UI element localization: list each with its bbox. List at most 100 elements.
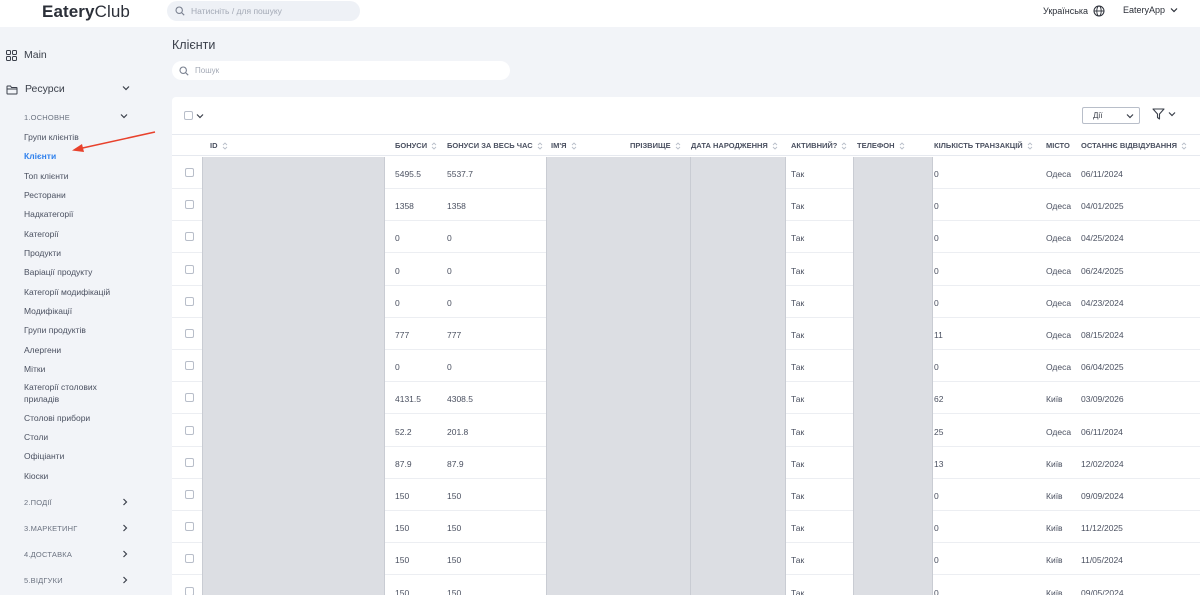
row-checkbox[interactable]: [185, 490, 194, 499]
app-account-menu[interactable]: EateryApp: [1123, 5, 1178, 15]
row-checkbox[interactable]: [185, 361, 194, 371]
column-header-last-visit[interactable]: ОСТАННЄ ВІДВІДУВАННЯ: [1081, 141, 1187, 150]
cell-city: Одеса: [1046, 362, 1072, 373]
row-checkbox[interactable]: [185, 522, 194, 532]
logo-bold-text: Eatery: [42, 2, 95, 21]
column-header-id[interactable]: ID: [210, 141, 228, 150]
column-header-active[interactable]: АКТИВНИЙ?: [791, 141, 847, 150]
cell-city: Одеса: [1046, 201, 1072, 212]
bulk-select-dropdown[interactable]: [184, 111, 204, 120]
row-checkbox[interactable]: [185, 425, 194, 435]
cell-active: Так: [791, 587, 805, 595]
search-icon: [179, 65, 189, 76]
row-checkbox[interactable]: [185, 296, 194, 306]
cell-transactions: 11: [934, 330, 943, 340]
sort-icon: [1181, 141, 1187, 150]
cell-active: Так: [791, 297, 805, 308]
language-selector[interactable]: Українська: [1043, 5, 1105, 17]
row-checkbox[interactable]: [185, 554, 194, 564]
sidebar-section-delivery[interactable]: 4.ДОСТАВКА: [24, 550, 128, 559]
sidebar-item-tables[interactable]: Столи: [24, 431, 48, 443]
cell-transactions: 0: [934, 233, 939, 244]
sidebar-item-main[interactable]: Main: [6, 49, 47, 61]
column-header-birthdate[interactable]: ДАТА НАРОДЖЕННЯ: [691, 141, 778, 150]
actions-select[interactable]: Дії: [1082, 107, 1140, 124]
cell-transactions: 0: [934, 362, 939, 373]
column-header-bonus-total[interactable]: БОНУСИ ЗА ВЕСЬ ЧАС: [447, 141, 543, 150]
sidebar-item-top-clients[interactable]: Топ клієнти: [24, 170, 69, 182]
cell-transactions: 0: [934, 491, 939, 501]
cell-transactions: 0: [934, 523, 939, 534]
cell-active: Так: [791, 265, 805, 276]
column-header-city[interactable]: МІСТО: [1046, 141, 1070, 150]
sidebar-item-supercategories[interactable]: Надкатегорії: [24, 208, 73, 220]
column-header-phone[interactable]: ТЕЛЕФОН: [857, 141, 905, 150]
sidebar-item-cutlery-categories[interactable]: Категорії столових приладів: [24, 381, 97, 405]
cell-bonus: 4131.5: [395, 394, 421, 405]
cell-last-visit: 09/05/2024: [1081, 587, 1124, 595]
row-checkbox[interactable]: [185, 393, 194, 403]
row-checkbox[interactable]: [185, 264, 194, 274]
column-header-last-name[interactable]: ПРІЗВИЩЕ: [630, 141, 681, 150]
cell-active: Так: [791, 362, 805, 373]
row-checkbox[interactable]: [185, 329, 194, 338]
cell-last-visit: 04/01/2025: [1081, 201, 1124, 212]
filter-button[interactable]: [1152, 108, 1176, 120]
sidebar-item-label: приладів: [24, 394, 60, 404]
sidebar-item-label: Категорії столових: [24, 382, 97, 392]
cell-city: Одеса: [1046, 265, 1072, 276]
row-checkbox[interactable]: [185, 232, 194, 242]
cell-bonus: 777: [395, 330, 410, 340]
column-header-label: КІЛЬКІСТЬ ТРАНЗАКЦІЙ: [934, 141, 1023, 150]
actions-select-value: Дії: [1093, 111, 1103, 120]
language-label: Українська: [1043, 6, 1089, 16]
sidebar-section-basic[interactable]: 1.ОСНОВНЕ: [24, 113, 128, 122]
sidebar-item-product-variations[interactable]: Варіації продукту: [24, 266, 92, 278]
cell-bonus: 0: [395, 362, 400, 373]
global-search-input[interactable]: Натисніть / для пошуку: [167, 1, 360, 21]
select-all-checkbox[interactable]: [184, 111, 193, 120]
sidebar-item-resources[interactable]: Ресурси: [6, 83, 130, 95]
chevron-down-icon: [196, 113, 204, 118]
sidebar-item-restaurants[interactable]: Ресторани: [24, 189, 66, 201]
cell-bonus-total: 150: [447, 587, 462, 595]
search-icon: [175, 6, 185, 16]
sidebar-item-waiters[interactable]: Офіціанти: [24, 450, 64, 462]
sidebar-item-product-groups[interactable]: Групи продуктів: [24, 324, 86, 336]
sidebar-item-clients[interactable]: Клієнти: [24, 150, 56, 162]
row-checkbox[interactable]: [185, 457, 194, 467]
cell-transactions: 62: [934, 394, 944, 405]
column-header-transactions[interactable]: КІЛЬКІСТЬ ТРАНЗАКЦІЙ: [934, 141, 1033, 150]
app-logo[interactable]: EateryClub: [42, 2, 130, 22]
chevron-down-icon: [122, 86, 130, 91]
row-checkbox[interactable]: [185, 168, 194, 177]
row-checkbox[interactable]: [185, 200, 194, 210]
sidebar-item-allergens[interactable]: Алергени: [24, 344, 61, 356]
sidebar-item-cutlery[interactable]: Столові прибори: [24, 412, 90, 424]
global-search-placeholder: Натисніть / для пошуку: [191, 6, 282, 16]
cell-bonus-total: 0: [447, 265, 452, 276]
sidebar-item-products[interactable]: Продукти: [24, 247, 61, 259]
sidebar-item-kiosks[interactable]: Кіоски: [24, 470, 48, 482]
table-search-input[interactable]: Пошук: [172, 61, 510, 80]
cell-active: Так: [791, 201, 805, 212]
sidebar-item-tags[interactable]: Мітки: [24, 363, 45, 375]
cell-last-visit: 06/11/2024: [1081, 169, 1123, 179]
clients-table-card: Дії ID БОНУСИ БОНУСИ ЗА ВЕСЬ ЧАС ІМ'Я ПР…: [172, 97, 1200, 595]
cell-bonus-total: 0: [447, 362, 452, 373]
column-header-label: АКТИВНИЙ?: [791, 141, 838, 150]
app-name-label: EateryApp: [1123, 5, 1166, 15]
sidebar-section-reviews[interactable]: 5.ВІДГУКИ: [24, 576, 128, 585]
sidebar-item-categories[interactable]: Категорії: [24, 228, 59, 240]
column-header-label: ID: [210, 141, 218, 150]
sidebar-section-label: 1.ОСНОВНЕ: [24, 113, 70, 122]
sidebar-section-events[interactable]: 2.ПОДІЇ: [24, 498, 128, 507]
cell-bonus-total: 4308.5: [447, 394, 473, 405]
column-header-bonus[interactable]: БОНУСИ: [395, 141, 437, 150]
cell-bonus-total: 0: [447, 297, 452, 308]
sidebar-section-marketing[interactable]: 3.МАРКЕТИНГ: [24, 524, 128, 533]
column-header-first-name[interactable]: ІМ'Я: [551, 141, 577, 150]
sidebar-item-modifier-categories[interactable]: Категорії модифікацій: [24, 286, 110, 298]
sidebar-item-modifiers[interactable]: Модифікації: [24, 305, 72, 317]
row-checkbox[interactable]: [185, 586, 194, 595]
